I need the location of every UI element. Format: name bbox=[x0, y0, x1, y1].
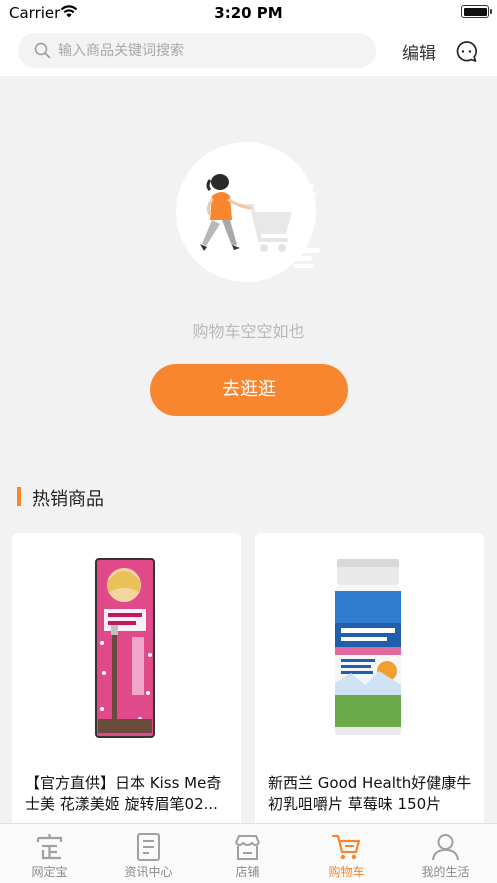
product-image bbox=[255, 533, 484, 761]
status-bar: Carrier 3:20 PM bbox=[0, 0, 497, 26]
search-icon bbox=[34, 42, 51, 59]
tab-bar: 网定宝 资讯中心 店铺 购物车 我的生活 bbox=[0, 823, 497, 883]
product-card[interactable]: 【官方直供】日本 Kiss Me奇士美 花漾美姬 旋转眉笔02... bbox=[12, 533, 241, 833]
product-title: 新西兰 Good Health好健康牛初乳咀嚼片 草莓味 150片 bbox=[268, 774, 472, 813]
tab-label: 我的生活 bbox=[421, 865, 470, 879]
tab-home[interactable]: 网定宝 bbox=[0, 824, 99, 883]
product-title: 【官方直供】日本 Kiss Me奇士美 花漾美姬 旋转眉笔02... bbox=[25, 774, 222, 813]
cart-icon bbox=[331, 834, 361, 860]
search-bar[interactable] bbox=[18, 33, 376, 68]
empty-cart-message: 购物车空空如也 bbox=[192, 322, 305, 341]
user-icon bbox=[432, 834, 459, 861]
store-icon bbox=[235, 835, 260, 860]
tab-label: 购物车 bbox=[328, 865, 365, 879]
tab-store[interactable]: 店铺 bbox=[198, 824, 297, 883]
empty-cart-illustration bbox=[176, 142, 320, 282]
news-icon bbox=[137, 833, 160, 861]
section-accent-bar bbox=[17, 487, 21, 506]
clock: 3:20 PM bbox=[214, 4, 283, 22]
header: 编辑 bbox=[0, 26, 497, 76]
edit-button[interactable]: 编辑 bbox=[402, 39, 436, 64]
tab-profile[interactable]: 我的生活 bbox=[396, 824, 495, 883]
product-image bbox=[12, 533, 241, 761]
message-icon[interactable] bbox=[455, 40, 478, 63]
battery-icon bbox=[461, 5, 492, 18]
home-icon bbox=[36, 834, 63, 860]
tab-label: 店铺 bbox=[235, 865, 260, 879]
product-card[interactable]: 新西兰 Good Health好健康牛初乳咀嚼片 草莓味 150片 bbox=[255, 533, 484, 833]
section-title: 热销商品 bbox=[32, 489, 104, 510]
tab-cart[interactable]: 购物车 bbox=[297, 824, 396, 883]
go-shopping-button[interactable]: 去逛逛 bbox=[150, 364, 348, 416]
search-input[interactable] bbox=[58, 33, 358, 68]
tab-news[interactable]: 资讯中心 bbox=[99, 824, 198, 883]
tab-label: 资讯中心 bbox=[124, 865, 173, 879]
tab-label: 网定宝 bbox=[31, 865, 68, 879]
